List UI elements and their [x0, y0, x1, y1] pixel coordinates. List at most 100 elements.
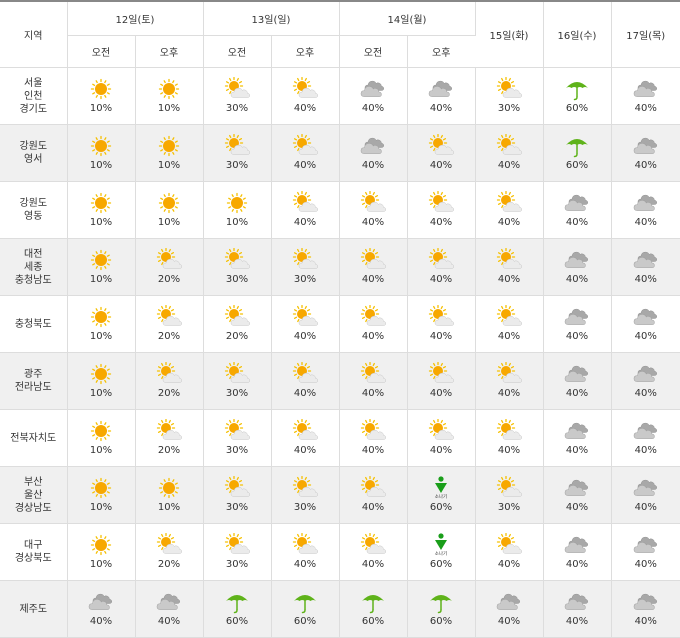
- forecast-cell: 10%: [67, 67, 136, 125]
- precipitation-probability: 10%: [89, 559, 113, 570]
- partly-cloudy-icon: [496, 362, 522, 386]
- forecast-cell: 10%: [67, 124, 136, 182]
- forecast-cell: 40%: [407, 124, 476, 182]
- forecast-cell: 소나기 60%: [407, 523, 476, 581]
- sunny-icon: [88, 305, 114, 329]
- forecast-cell: 20%: [135, 295, 204, 353]
- partly-cloudy-icon: [224, 476, 250, 500]
- region-name: 부산 울산 경상남도: [0, 466, 68, 524]
- precipitation-probability: 60%: [429, 559, 453, 570]
- partly-cloudy-icon: [292, 134, 318, 158]
- precipitation-probability: 40%: [293, 445, 317, 456]
- sunny-icon: [224, 191, 250, 215]
- precipitation-probability: 40%: [497, 388, 521, 399]
- partly-cloudy-icon: [428, 248, 454, 272]
- region-name-line: 충청북도: [14, 318, 52, 330]
- forecast-cell: 40%: [475, 124, 544, 182]
- precipitation-probability: 40%: [634, 331, 657, 342]
- partly-cloudy-icon: [156, 362, 182, 386]
- forecast-cell: 30%: [203, 523, 272, 581]
- forecast-cell: 40%: [339, 124, 408, 182]
- am-header: 오전: [67, 35, 136, 68]
- forecast-cell: 40%: [271, 523, 340, 581]
- forecast-cell: 30%: [203, 67, 272, 125]
- precipitation-probability: 40%: [361, 217, 385, 228]
- precipitation-probability: 60%: [565, 103, 589, 114]
- partly-cloudy-icon: [292, 419, 318, 443]
- forecast-cell: 40%: [407, 352, 476, 410]
- partly-cloudy-icon: [156, 533, 182, 557]
- umbrella-rain-icon: [224, 590, 250, 614]
- precipitation-probability: 40%: [565, 445, 589, 456]
- precipitation-probability: 60%: [565, 160, 589, 171]
- region-name: 대구 경상북도: [0, 523, 68, 581]
- forecast-cell: 20%: [135, 238, 204, 296]
- region-name: 대전 세종 충청남도: [0, 238, 68, 296]
- precipitation-probability: 20%: [225, 331, 249, 342]
- forecast-cell: 10%: [135, 181, 204, 239]
- forecast-cell: 40%: [611, 295, 680, 353]
- partly-cloudy-icon: [292, 476, 318, 500]
- forecast-cell: 40%: [543, 466, 612, 524]
- forecast-cell: 40%: [339, 352, 408, 410]
- forecast-cell: 40%: [271, 295, 340, 353]
- precipitation-probability: 40%: [497, 160, 521, 171]
- forecast-cell: 40%: [407, 67, 476, 125]
- cloudy-icon: [564, 191, 590, 215]
- partly-cloudy-icon: [156, 419, 182, 443]
- partly-cloudy-icon: [224, 134, 250, 158]
- forecast-cell: 40%: [543, 523, 612, 581]
- precipitation-probability: 40%: [634, 559, 657, 570]
- precipitation-probability: 40%: [361, 103, 385, 114]
- forecast-cell: 40%: [339, 409, 408, 467]
- forecast-cell: 40%: [475, 409, 544, 467]
- forecast-cell: 40%: [475, 352, 544, 410]
- forecast-cell: 10%: [67, 409, 136, 467]
- partly-cloudy-icon: [224, 533, 250, 557]
- forecast-cell: 40%: [611, 580, 680, 638]
- forecast-cell: 40%: [135, 580, 204, 638]
- partly-cloudy-icon: [428, 134, 454, 158]
- forecast-cell: 40%: [271, 67, 340, 125]
- pm-header: 오후: [271, 35, 340, 68]
- sunny-icon: [156, 134, 182, 158]
- forecast-cell: 30%: [203, 238, 272, 296]
- region-name-line: 부산: [24, 476, 43, 488]
- forecast-cell: 20%: [135, 352, 204, 410]
- precipitation-probability: 20%: [157, 445, 181, 456]
- region-name: 강원도 영서: [0, 124, 68, 182]
- partly-cloudy-icon: [224, 77, 250, 101]
- region-name-line: 서울: [24, 77, 43, 89]
- cloudy-icon: [564, 362, 590, 386]
- forecast-cell: 40%: [339, 523, 408, 581]
- forecast-cell: 40%: [611, 523, 680, 581]
- partly-cloudy-icon: [428, 305, 454, 329]
- cloudy-icon: [633, 134, 659, 158]
- precipitation-probability: 20%: [157, 331, 181, 342]
- forecast-cell: 40%: [67, 580, 136, 638]
- forecast-cell: 30%: [203, 409, 272, 467]
- partly-cloudy-icon: [292, 533, 318, 557]
- precipitation-probability: 10%: [157, 217, 181, 228]
- forecast-cell: 40%: [339, 295, 408, 353]
- precipitation-probability: 40%: [634, 274, 657, 285]
- precipitation-probability: 40%: [634, 445, 657, 456]
- precipitation-probability: 40%: [497, 217, 521, 228]
- sunny-icon: [88, 248, 114, 272]
- precipitation-probability: 10%: [157, 502, 181, 513]
- sunny-icon: [88, 191, 114, 215]
- region-name-line: 전북자치도: [10, 432, 57, 444]
- region-name-line: 대구: [24, 540, 43, 551]
- umbrella-rain-icon: [564, 77, 590, 101]
- region-name: 제주도: [0, 580, 68, 638]
- precipitation-probability: 30%: [225, 559, 249, 570]
- umbrella-rain-icon: [292, 590, 318, 614]
- forecast-cell: 40%: [475, 295, 544, 353]
- cloudy-icon: [428, 77, 454, 101]
- precipitation-probability: 40%: [361, 502, 385, 513]
- forecast-cell: 40%: [407, 295, 476, 353]
- partly-cloudy-icon: [360, 476, 386, 500]
- forecast-cell: 10%: [135, 67, 204, 125]
- region-name-line: 경상남도: [14, 502, 52, 514]
- forecast-cell: 10%: [203, 181, 272, 239]
